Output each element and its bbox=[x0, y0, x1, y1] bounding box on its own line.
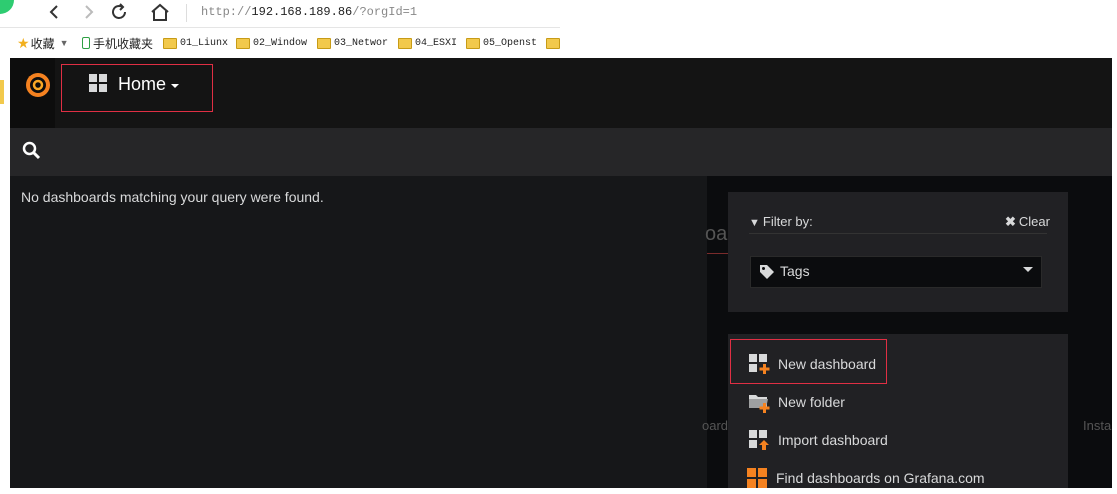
url-host: 192.168.189.86 bbox=[251, 5, 353, 19]
folder-icon bbox=[398, 37, 412, 49]
bookmark-folder-4[interactable]: 04_ESXI bbox=[398, 35, 457, 51]
bookmark-folder-2[interactable]: 02_Window bbox=[236, 35, 307, 51]
filter-divider bbox=[749, 233, 1047, 234]
folder-icon bbox=[466, 37, 480, 49]
reload-icon bbox=[112, 3, 126, 19]
filter-label: ▼ Filter by: bbox=[749, 214, 813, 229]
clear-filter-button[interactable]: ✖ Clear bbox=[1005, 214, 1050, 230]
grafana-com-icon bbox=[747, 468, 767, 488]
empty-results-message: No dashboards matching your query were f… bbox=[21, 189, 324, 205]
import-dashboard-button[interactable]: Import dashboard bbox=[740, 424, 888, 456]
url-path: /?orgId=1 bbox=[352, 5, 418, 19]
dashboard-import-icon bbox=[749, 430, 769, 450]
left-edge-marker bbox=[0, 80, 4, 104]
folder-icon bbox=[163, 37, 177, 49]
folder-icon bbox=[236, 37, 250, 49]
folder-icon bbox=[317, 37, 331, 49]
bookmark-favorites[interactable]: ★ 收藏 ▼ bbox=[17, 35, 69, 51]
search-icon bbox=[22, 141, 41, 160]
new-dashboard-button[interactable]: New dashboard bbox=[740, 348, 876, 380]
new-dashboard-label: New dashboard bbox=[778, 356, 877, 372]
bookmark-folder-6[interactable] bbox=[546, 35, 563, 51]
home-page-button[interactable] bbox=[148, 2, 172, 22]
back-button[interactable] bbox=[42, 2, 66, 22]
caret-down-icon bbox=[171, 84, 179, 88]
dashboard-grid-icon bbox=[89, 74, 107, 92]
sidemenu-logo[interactable] bbox=[10, 58, 55, 128]
url-prefix: http:// bbox=[201, 5, 252, 19]
find-dashboards-link[interactable]: Find dashboards on Grafana.com bbox=[738, 462, 985, 494]
filter-panel bbox=[728, 192, 1068, 312]
reload-button[interactable] bbox=[108, 2, 132, 22]
caret-down-icon bbox=[1023, 267, 1033, 272]
phone-icon bbox=[82, 37, 90, 49]
tags-select-label: Tags bbox=[780, 263, 810, 279]
house-icon bbox=[151, 3, 169, 21]
forward-button[interactable] bbox=[77, 2, 101, 22]
bookmark-folder-label: 02_Window bbox=[253, 37, 308, 49]
toolbar-divider bbox=[186, 4, 187, 22]
folder-icon bbox=[546, 37, 560, 49]
bookmark-favorites-label: 收藏 bbox=[30, 36, 55, 51]
import-dashboard-label: Import dashboard bbox=[778, 432, 888, 448]
search-input[interactable] bbox=[46, 136, 650, 168]
back-icon bbox=[49, 5, 58, 19]
new-folder-button[interactable]: New folder bbox=[740, 386, 845, 418]
funnel-icon: ▼ bbox=[749, 217, 760, 229]
chevron-down-icon: ▼ bbox=[59, 38, 69, 48]
close-icon: ✖ bbox=[1005, 214, 1016, 229]
bookmark-folder-5[interactable]: 05_Openst bbox=[466, 35, 537, 51]
forward-icon bbox=[85, 5, 94, 19]
star-icon: ★ bbox=[17, 34, 30, 51]
grafana-logo-icon bbox=[26, 73, 50, 97]
filter-label-text: Filter by: bbox=[762, 214, 813, 229]
background-text-right: Insta bbox=[1083, 418, 1112, 433]
home-title: Home bbox=[118, 74, 167, 94]
page-left-margin bbox=[0, 58, 10, 488]
folder-add-icon bbox=[749, 395, 770, 413]
dashboard-add-icon bbox=[749, 354, 770, 374]
bookmark-folder-1[interactable]: 01_Liunx bbox=[163, 35, 228, 51]
find-dashboards-label: Find dashboards on Grafana.com bbox=[776, 470, 985, 486]
background-underline bbox=[707, 253, 729, 254]
bookmark-folder-label: 01_Liunx bbox=[180, 37, 229, 49]
tag-icon bbox=[760, 265, 774, 279]
bookmark-folder-label: 04_ESXI bbox=[415, 37, 458, 49]
background-text-left: oard bbox=[702, 418, 729, 433]
bookmark-folder-label: 05_Openst bbox=[483, 37, 538, 49]
bookmark-folder-3[interactable]: 03_Networ bbox=[317, 35, 388, 51]
page-right-margin bbox=[1112, 58, 1117, 488]
new-folder-label: New folder bbox=[778, 394, 845, 410]
bookmark-mobile[interactable]: 手机收藏夹 bbox=[82, 35, 153, 51]
address-bar[interactable]: http://192.168.189.86/?orgId=1 bbox=[201, 5, 417, 19]
bookmark-mobile-label: 手机收藏夹 bbox=[93, 36, 154, 51]
clear-filter-label: Clear bbox=[1018, 214, 1050, 229]
bookmark-folder-label: 03_Networ bbox=[334, 37, 389, 49]
